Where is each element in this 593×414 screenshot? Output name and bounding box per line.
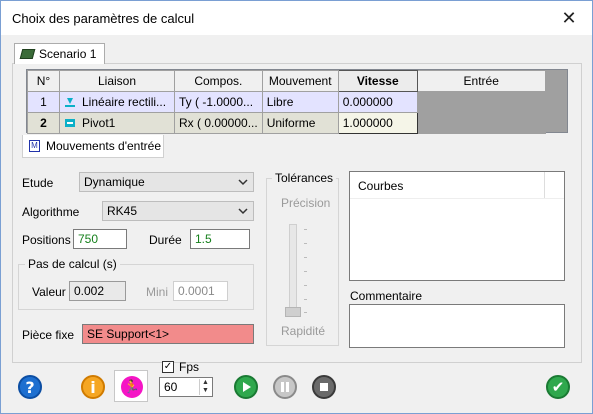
duree-label: Durée: [149, 233, 182, 247]
positions-label: Positions: [22, 233, 71, 247]
cell-compos[interactable]: Ty ( -1.0000...: [174, 91, 263, 113]
mouvements-tab-label: Mouvements d'entrée: [46, 139, 162, 153]
algorithme-label: Algorithme: [22, 205, 80, 219]
chevron-down-icon: [238, 208, 248, 215]
tolerance-slider-thumb[interactable]: [285, 307, 301, 317]
cell-n: 2: [27, 112, 60, 134]
content: Scenario 1 N° Liaison Compos. Mouvement …: [1, 35, 592, 413]
piece-fixe-label: Pièce fixe: [22, 328, 75, 342]
tab-label: Scenario 1: [39, 47, 97, 61]
etude-select[interactable]: Dynamique: [79, 172, 254, 192]
slider-tick: [304, 229, 307, 230]
pause-icon[interactable]: [273, 375, 297, 399]
valeur-input[interactable]: 0.002: [69, 281, 126, 301]
window-title: Choix des paramètres de calcul: [12, 11, 195, 26]
mini-input[interactable]: 0.0001: [173, 281, 228, 301]
mini-label: Mini: [146, 285, 169, 299]
cell-vitesse[interactable]: 0.000000: [337, 91, 418, 113]
pause-bars: [281, 382, 289, 392]
cell-mouvement[interactable]: Libre: [261, 91, 339, 113]
title-bar: Choix des paramètres de calcul ✕: [1, 1, 592, 35]
cell-liaison[interactable]: Pivot1: [59, 112, 175, 134]
col-header-mouvement[interactable]: Mouvement: [261, 70, 339, 92]
positions-input[interactable]: 750: [73, 229, 127, 249]
runner-button[interactable]: 🏃: [114, 370, 148, 402]
stop-square: [320, 383, 328, 391]
cell-liaison[interactable]: Linéaire rectili...: [59, 91, 175, 113]
fps-label: Fps: [179, 360, 200, 374]
courbes-panel[interactable]: Courbes: [349, 171, 565, 281]
col-header-compos[interactable]: Compos.: [174, 70, 263, 92]
fps-spinner[interactable]: 60 ▲ ▼: [159, 377, 213, 397]
precision-label: Précision: [281, 196, 331, 210]
play-icon[interactable]: [234, 375, 258, 399]
courbes-label: Courbes: [358, 179, 404, 193]
slider-tick: [304, 271, 307, 272]
courbes-divider: [350, 198, 564, 199]
piece-fixe-input[interactable]: SE Support<1>: [82, 324, 254, 344]
help-icon[interactable]: ?: [18, 375, 42, 399]
cell-entree[interactable]: [416, 112, 546, 134]
chevron-down-icon: [238, 179, 248, 186]
tolerance-slider-track[interactable]: [289, 224, 297, 314]
fps-checkbox[interactable]: ✓: [162, 361, 174, 373]
algorithme-select[interactable]: RK45: [102, 201, 254, 221]
tolerances-group: Tolérances Précision Rapidité: [266, 171, 339, 346]
rapidite-label: Rapidité: [281, 324, 326, 338]
link-icon: [65, 98, 75, 107]
col-header-liaison[interactable]: Liaison: [59, 70, 175, 92]
info-icon[interactable]: i: [81, 375, 105, 399]
slider-tick: [304, 299, 307, 300]
slider-tick: [304, 285, 307, 286]
slider-tick: [304, 257, 307, 258]
liaisons-grid: N° Liaison Compos. Mouvement Vitesse Ent…: [26, 69, 568, 134]
runner-icon: 🏃: [121, 376, 143, 398]
commentaire-textarea[interactable]: [349, 304, 565, 348]
slider-tick: [304, 243, 307, 244]
spinner-arrows[interactable]: ▲ ▼: [199, 379, 211, 395]
table-row[interactable]: 1 Linéaire rectili... Ty ( -1.0000... Li…: [27, 91, 546, 113]
tab-scenario-1[interactable]: Scenario 1: [14, 43, 106, 64]
col-header-n[interactable]: N°: [27, 70, 60, 92]
m-icon: M: [29, 140, 40, 152]
dialog-window: Choix des paramètres de calcul ✕ Scenari…: [0, 0, 593, 414]
courbes-divider: [544, 172, 545, 198]
cell-mouvement[interactable]: Uniforme: [261, 112, 339, 134]
pivot-icon: [65, 119, 75, 127]
stop-icon[interactable]: [312, 375, 336, 399]
ok-icon[interactable]: ✔: [546, 375, 570, 399]
cell-compos[interactable]: Rx ( 0.00000...: [174, 112, 263, 134]
close-icon[interactable]: ✕: [554, 5, 584, 31]
duree-input[interactable]: 1.5: [190, 229, 250, 249]
col-header-entree[interactable]: Entrée: [416, 70, 546, 92]
etude-label: Etude: [22, 176, 54, 190]
scenario-icon: [19, 49, 36, 59]
table-row[interactable]: 2 Pivot1 Rx ( 0.00000... Uniforme 1.0000…: [27, 112, 546, 134]
play-triangle: [243, 382, 251, 392]
commentaire-label: Commentaire: [350, 289, 423, 303]
cell-entree[interactable]: [416, 91, 546, 113]
col-header-vitesse[interactable]: Vitesse: [337, 70, 418, 92]
cell-vitesse[interactable]: 1.000000: [337, 112, 418, 134]
tab-mouvements-entree[interactable]: M Mouvements d'entrée: [22, 135, 164, 158]
pas-calcul-title: Pas de calcul (s): [25, 257, 120, 271]
slider-tick: [304, 312, 307, 313]
tolerances-title: Tolérances: [272, 171, 337, 185]
cell-n: 1: [27, 91, 60, 113]
valeur-label: Valeur: [32, 285, 66, 299]
